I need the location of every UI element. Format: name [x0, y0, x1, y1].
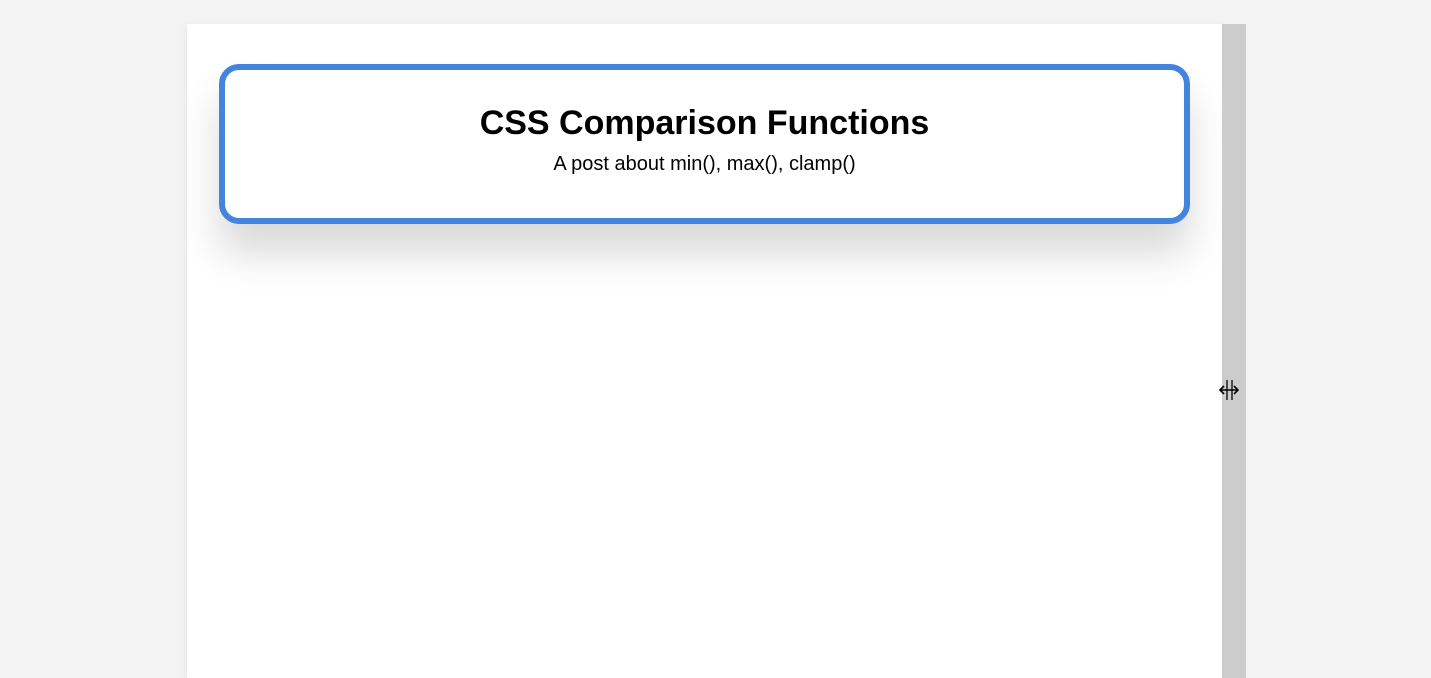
- card-subtitle: A post about min(), max(), clamp(): [245, 153, 1164, 176]
- page-container: CSS Comparison Functions A post about mi…: [187, 24, 1222, 678]
- resize-handle[interactable]: [1219, 378, 1239, 402]
- card-title: CSS Comparison Functions: [245, 104, 1164, 143]
- resize-track[interactable]: [1222, 24, 1246, 678]
- horizontal-arrow-icon: [1219, 385, 1239, 395]
- demo-card: CSS Comparison Functions A post about mi…: [219, 64, 1190, 224]
